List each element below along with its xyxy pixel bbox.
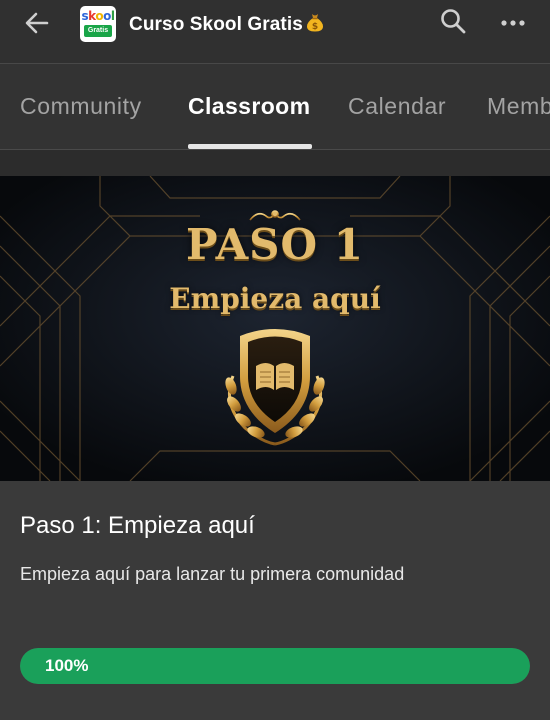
- tab-calendar[interactable]: Calendar: [348, 93, 446, 120]
- tab-members[interactable]: Memb: [487, 93, 550, 120]
- course-title: Paso 1: Empieza aquí: [20, 512, 255, 539]
- course-description: Empieza aquí para lanzar tu primera comu…: [20, 564, 405, 584]
- tab-classroom[interactable]: Classroom: [188, 93, 310, 120]
- tab-bar: Community Classroom Calendar Memb: [0, 63, 550, 149]
- money-bag-icon: $: [304, 11, 326, 39]
- logo-badge: Gratis: [84, 25, 112, 37]
- community-title[interactable]: Curso Skool Gratis $: [129, 11, 326, 39]
- logo-wordmark: skool: [81, 9, 115, 23]
- section-divider: [0, 149, 550, 176]
- more-horizontal-icon: [500, 14, 526, 32]
- cover-subtitle: Empieza aquí: [169, 282, 381, 315]
- back-button[interactable]: [18, 6, 56, 44]
- course-cover-image[interactable]: PASO 1 Empieza aquí: [0, 176, 550, 481]
- search-icon: [440, 8, 466, 39]
- progress-fill: [20, 648, 530, 684]
- community-title-text: Curso Skool Gratis: [129, 14, 303, 35]
- course-card-body[interactable]: Paso 1: Empieza aquí Empieza aquí para l…: [0, 481, 550, 720]
- tab-community[interactable]: Community: [20, 93, 142, 120]
- arrow-left-icon: [24, 10, 50, 41]
- progress-label: 100%: [45, 656, 89, 675]
- community-logo[interactable]: skool Gratis: [80, 6, 116, 42]
- cover-title: PASO 1: [186, 220, 364, 269]
- app-bar: skool Gratis Curso Skool Gratis $: [0, 0, 550, 63]
- more-options-button[interactable]: [496, 6, 530, 40]
- svg-text:$: $: [312, 22, 318, 32]
- course-progress-bar: 100%: [20, 648, 530, 684]
- search-button[interactable]: [436, 6, 470, 40]
